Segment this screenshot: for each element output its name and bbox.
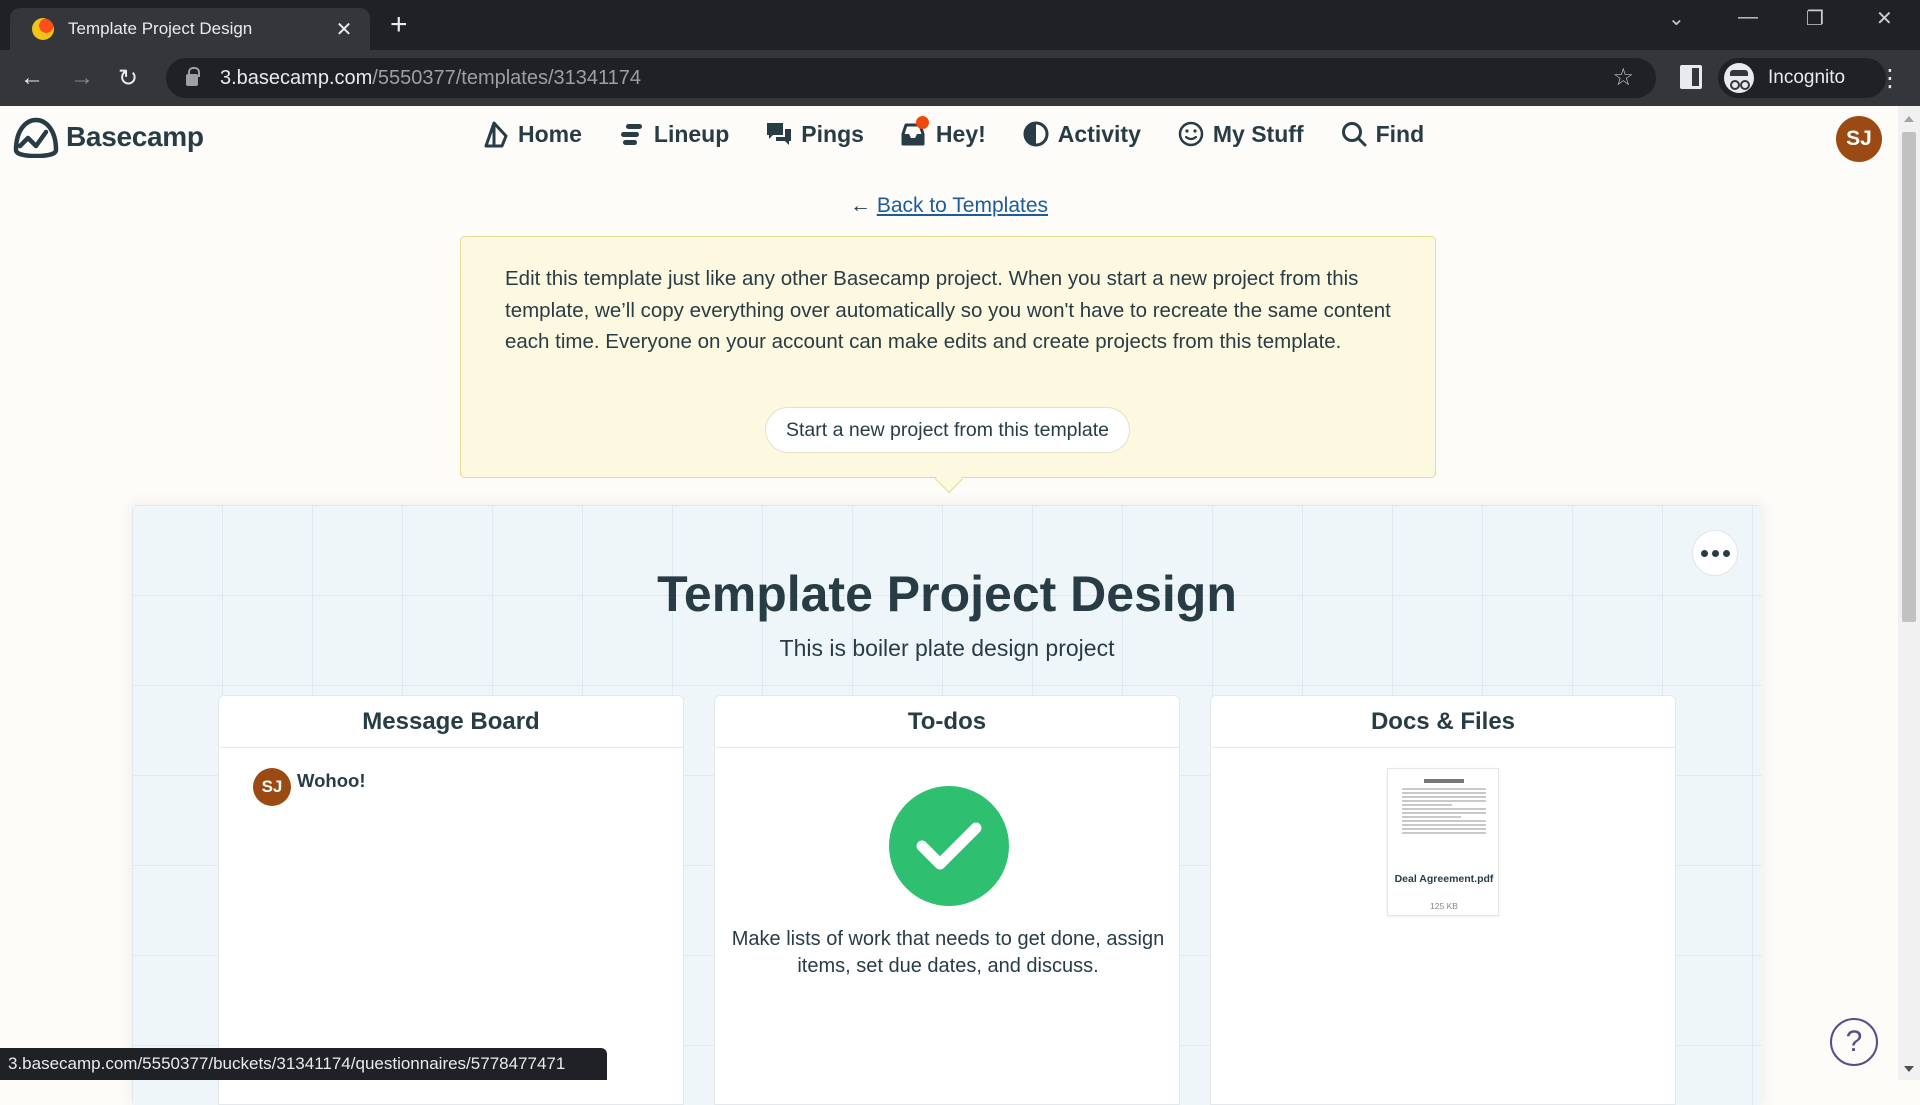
incognito-label: Incognito	[1768, 67, 1846, 88]
todos-heading[interactable]: To-dos	[715, 696, 1179, 748]
back-arrow-icon: ←	[849, 194, 871, 217]
nav-hey[interactable]: Hey!	[900, 116, 986, 148]
lineup-icon	[618, 120, 646, 148]
start-new-project-button[interactable]: Start a new project from this template	[765, 407, 1130, 453]
message-board-heading[interactable]: Message Board	[219, 696, 683, 748]
browser-menu-icon[interactable]: ⋮	[1878, 64, 1902, 93]
url-host: 3.basecamp.com	[220, 66, 373, 89]
nav-activity-label: Activity	[1057, 120, 1141, 147]
incognito-profile-button[interactable]: Incognito	[1718, 58, 1886, 98]
basecamp-logo-icon	[13, 117, 59, 158]
basecamp-favicon-icon	[32, 18, 54, 40]
activity-icon	[1022, 120, 1050, 148]
back-to-templates-link[interactable]: Back to Templates	[877, 194, 1048, 217]
nav-lineup-label: Lineup	[653, 120, 730, 147]
nav-find[interactable]: Find	[1340, 120, 1425, 148]
file-size: 125 KB	[1430, 901, 1458, 911]
message-item[interactable]: SJ Wohoo!	[253, 768, 366, 806]
new-tab-button[interactable]: +	[390, 10, 408, 40]
lock-icon	[186, 67, 200, 86]
close-window-button[interactable]: ✕	[1876, 6, 1893, 31]
basecamp-logo[interactable]: Basecamp	[12, 116, 204, 158]
logo-text: Basecamp	[66, 121, 204, 152]
scroll-up-arrow-icon[interactable]	[1904, 116, 1914, 122]
close-tab-icon[interactable]: ✕	[332, 17, 356, 42]
home-icon	[482, 120, 510, 148]
side-panel-icon[interactable]	[1680, 65, 1702, 89]
address-bar[interactable]: 3.basecamp.com /5550377/templates/313411…	[166, 58, 1656, 98]
scrollbar-thumb[interactable]	[1902, 132, 1916, 622]
tool-card-message-board[interactable]: Message Board SJ Wohoo!	[218, 695, 684, 1105]
file-thumbnail[interactable]: Deal Agreement.pdf 125 KB	[1387, 768, 1499, 916]
main-nav: Home Lineup Pings Hey! Activity My Stuff…	[482, 116, 1425, 148]
incognito-icon	[1724, 63, 1754, 93]
help-button[interactable]: ?	[1830, 1018, 1878, 1066]
more-dot-icon	[1700, 549, 1708, 557]
message-title: Wohoo!	[297, 770, 366, 791]
tool-card-docs-files[interactable]: Docs & Files Deal Agreement.pdf 125 KB	[1210, 695, 1676, 1105]
nav-my-stuff-label: My Stuff	[1212, 120, 1304, 147]
nav-hey-label: Hey!	[935, 120, 986, 147]
docs-files-heading[interactable]: Docs & Files	[1211, 696, 1675, 748]
pings-icon	[765, 120, 793, 148]
file-name: Deal Agreement.pdf	[1394, 873, 1494, 885]
search-icon	[1340, 120, 1368, 148]
template-notice: Edit this template just like any other B…	[460, 236, 1436, 494]
notice-pointer	[934, 464, 964, 494]
restore-button[interactable]: ❐	[1806, 6, 1824, 31]
nav-my-stuff[interactable]: My Stuff	[1177, 120, 1304, 148]
minimize-button[interactable]: —	[1738, 6, 1758, 29]
app-header: Basecamp Home Lineup Pings Hey! Activity…	[0, 106, 1898, 170]
my-stuff-icon	[1177, 120, 1205, 148]
page-scrollbar[interactable]	[1898, 106, 1920, 1080]
reload-button[interactable]: ↻	[118, 64, 138, 93]
tool-card-todos[interactable]: To-dos Make lists of work that needs to …	[714, 695, 1180, 1105]
user-avatar[interactable]: SJ	[1836, 116, 1882, 162]
nav-home-label: Home	[518, 120, 582, 147]
message-author-avatar: SJ	[253, 768, 291, 806]
tab-title: Template Project Design	[68, 19, 253, 38]
document-preview-icon	[1402, 779, 1486, 859]
nav-lineup[interactable]: Lineup	[618, 120, 729, 148]
nav-activity[interactable]: Activity	[1022, 120, 1141, 148]
forward-button[interactable]: →	[70, 64, 94, 92]
back-button[interactable]: ←	[20, 64, 44, 92]
more-dot-icon	[1722, 549, 1730, 557]
url-path: /5550377/templates/31341174	[372, 66, 642, 89]
link-preview-status-bar: 3.basecamp.com/5550377/buckets/31341174/…	[0, 1048, 608, 1080]
todos-empty-text: Make lists of work that needs to get don…	[731, 928, 1165, 977]
browser-tab-bar: Template Project Design ✕ + ⌄ — ❐ ✕	[0, 0, 1920, 50]
browser-toolbar: ← → ↻ 3.basecamp.com /5550377/templates/…	[0, 50, 1920, 106]
back-to-templates: ← Back to Templates	[0, 194, 1898, 218]
checkmark-icon	[889, 786, 1009, 906]
nav-home[interactable]: Home	[482, 120, 582, 148]
project-title: Template Project Design	[657, 566, 1237, 622]
nav-pings[interactable]: Pings	[765, 120, 864, 148]
scroll-down-arrow-icon[interactable]	[1904, 1066, 1914, 1072]
tab-search-chevron-icon[interactable]: ⌄	[1668, 6, 1685, 31]
template-notice-text: Edit this template just like any other B…	[505, 267, 1391, 353]
project-panel: Template Project Design This is boiler p…	[132, 505, 1762, 1105]
notification-badge	[915, 116, 929, 129]
nav-pings-label: Pings	[801, 120, 864, 147]
project-description: This is boiler plate design project	[779, 635, 1115, 661]
more-dot-icon	[1711, 549, 1719, 557]
bookmark-star-icon[interactable]: ☆	[1612, 63, 1634, 92]
browser-tab[interactable]: Template Project Design ✕	[10, 8, 370, 50]
nav-find-label: Find	[1375, 120, 1425, 147]
